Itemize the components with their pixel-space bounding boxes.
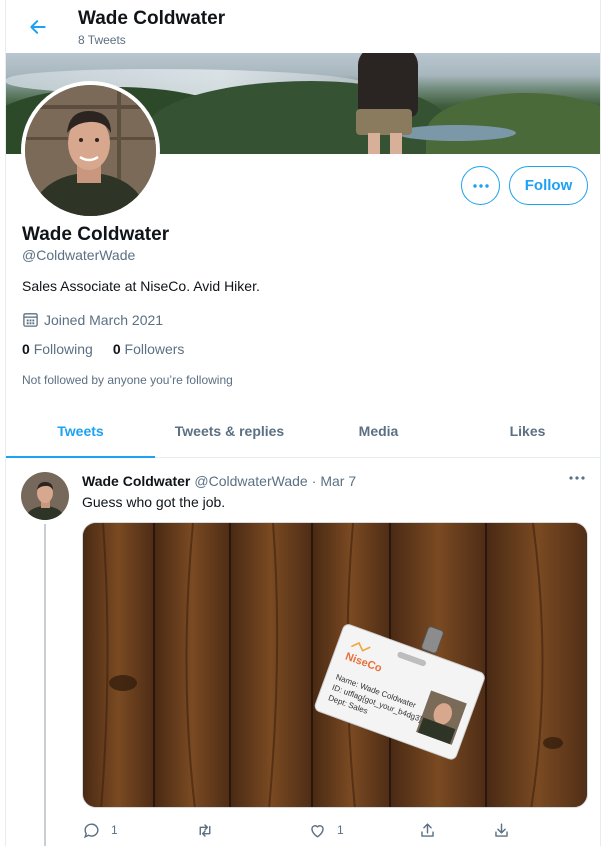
tweet-date[interactable]: Mar 7 [320, 473, 356, 489]
follow-stats: 0 Following 0 Followers [22, 341, 184, 357]
tab-tweets-replies[interactable]: Tweets & replies [155, 405, 304, 457]
tweet-text: Guess who got the job. [82, 494, 226, 510]
like-button[interactable]: 1 [308, 818, 344, 842]
back-arrow-icon [30, 20, 46, 34]
top-bar: Wade Coldwater 8 Tweets [6, 0, 600, 53]
share-icon [421, 822, 434, 837]
reply-count: 1 [111, 823, 118, 837]
banner-hiker-shorts [356, 109, 412, 135]
header-name: Wade Coldwater [78, 8, 226, 29]
joined-date: Joined March 2021 [44, 311, 164, 328]
calendar-icon [23, 313, 38, 327]
banner-lake [396, 125, 516, 141]
tweet-actions: 1 1 [82, 818, 522, 842]
tab-tweets[interactable]: Tweets [6, 405, 155, 458]
tweet-more-button[interactable] [568, 470, 586, 488]
profile-tabs: Tweets Tweets & replies Media Likes [6, 405, 600, 458]
avatar-photo [25, 85, 156, 216]
header-tweet-count: 8 Tweets [78, 33, 126, 47]
tweet-image[interactable]: NiseCo Name: Wade Coldwater ID: utflag{g… [82, 522, 588, 808]
profile-bio: Sales Associate at NiseCo. Avid Hiker. [22, 278, 260, 294]
profile-joined: Joined March 2021 [22, 311, 163, 328]
followers-link[interactable]: 0 Followers [113, 341, 185, 357]
followers-count: 0 [112, 341, 121, 357]
profile-handle: @ColdwaterWade [22, 247, 136, 263]
following-count: 0 [22, 341, 30, 357]
download-icon [495, 822, 508, 837]
reply-button[interactable]: 1 [82, 818, 118, 842]
followers-label: Followers [124, 341, 185, 357]
banner-hiker [358, 53, 418, 117]
more-icon [569, 476, 585, 480]
follow-button[interactable]: Follow [509, 166, 588, 205]
tweet-avatar[interactable] [21, 472, 69, 520]
retweet-icon [199, 823, 211, 837]
banner-hiker-leg [390, 133, 402, 154]
profile-avatar[interactable] [21, 81, 160, 220]
share-button[interactable] [418, 818, 437, 842]
banner-hill [426, 93, 600, 154]
tweet-separator: · [311, 473, 317, 489]
back-button[interactable] [24, 13, 52, 41]
following-label: Following [33, 341, 93, 357]
tweet-header: Wade Coldwater @ColdwaterWade · Mar 7 [82, 473, 356, 489]
followed-by-note: Not followed by anyone you’re following [22, 373, 233, 387]
download-button[interactable] [492, 818, 511, 842]
tab-likes[interactable]: Likes [453, 405, 600, 457]
like-count: 1 [337, 823, 344, 837]
tweet-author[interactable]: Wade Coldwater [82, 473, 190, 489]
tweet-handle[interactable]: @ColdwaterWade [194, 473, 307, 489]
following-link[interactable]: 0 Following [22, 341, 93, 357]
badge-photo: NiseCo Name: Wade Coldwater ID: utflag{g… [83, 523, 587, 807]
tweet-avatar-photo [21, 472, 69, 520]
tab-media[interactable]: Media [304, 405, 453, 457]
profile-name: Wade Coldwater [22, 224, 170, 245]
retweet-button[interactable] [195, 818, 215, 842]
more-options-button[interactable] [461, 166, 500, 205]
like-icon [311, 824, 324, 838]
more-icon [472, 183, 489, 188]
banner-hiker-leg [368, 133, 380, 154]
thread-line [44, 524, 46, 846]
reply-icon [83, 822, 99, 838]
profile-page: Wade Coldwater 8 Tweets Follow Wade Cold… [5, 0, 601, 846]
